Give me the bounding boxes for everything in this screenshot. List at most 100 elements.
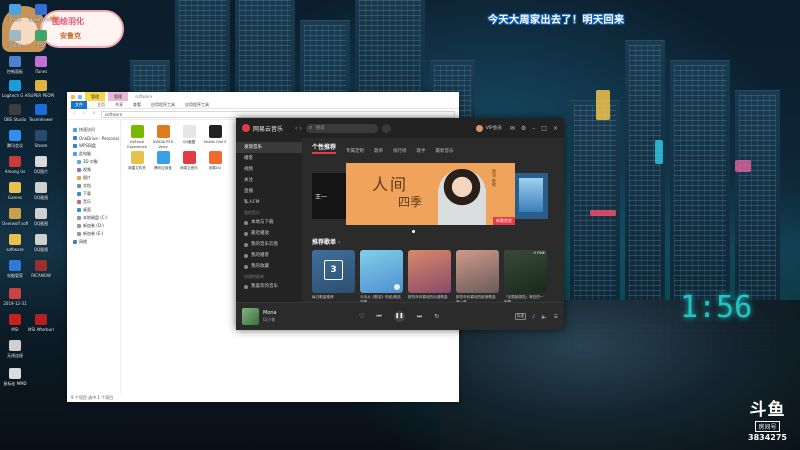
user-area[interactable]: VIP会员: [475, 124, 502, 132]
ribbon-tab[interactable]: 主页: [97, 102, 105, 108]
nav-item[interactable]: 新加卷 (E:): [67, 230, 120, 238]
sidebar-item[interactable]: 最近播放: [236, 228, 302, 239]
play-icon[interactable]: [394, 284, 400, 290]
address-input[interactable]: software: [101, 110, 455, 118]
nav-item[interactable]: 3D 对象: [67, 158, 120, 166]
desktop-icon[interactable]: QQ截图: [28, 182, 54, 200]
nav-item[interactable]: WPS网盘: [67, 142, 120, 150]
user-avatar[interactable]: [475, 124, 483, 132]
minimize-icon[interactable]: –: [532, 125, 535, 132]
banner-carousel[interactable]: 王一 人间 四季 周深 新歌 新歌首发: [312, 163, 554, 233]
desktop-icon[interactable]: QQ截图: [28, 234, 54, 252]
desktop-icon[interactable]: RICANOW: [28, 260, 54, 278]
ribbon-tab[interactable]: 查看: [133, 102, 141, 108]
search-input[interactable]: 搜索: [305, 123, 378, 133]
playlist-cover[interactable]: [408, 250, 451, 293]
context-tab-manage-2[interactable]: 管理: [108, 92, 128, 101]
effects-icon[interactable]: ♪: [532, 314, 535, 320]
ribbon-tab[interactable]: 应用程序工具: [151, 102, 175, 108]
gear-icon[interactable]: ⚙: [521, 125, 526, 132]
sidebar-item[interactable]: 关注: [236, 175, 302, 186]
file-item[interactable]: GeForce Experience: [125, 125, 149, 149]
section-title[interactable]: 推荐歌单 ›: [312, 237, 554, 246]
netease-music-window[interactable]: 网易云音乐 ‹ › 搜索 VIP会员 ✉ ⚙ – □ × 发现音乐播客视频关注直…: [236, 118, 564, 330]
playlist-card[interactable]: 今天从《歌名》听起|精选好歌: [360, 250, 403, 305]
ribbon-tab[interactable]: 文件: [71, 100, 87, 109]
nav-item[interactable]: 桌面: [67, 206, 120, 214]
playlist-card[interactable]: 3 每日歌曲推荐: [312, 250, 355, 305]
desktop-icon[interactable]: QQ截图: [28, 208, 54, 226]
desktop-icon[interactable]: 腾讯会议: [2, 130, 28, 148]
desktop-icon[interactable]: MSI Afterburner: [28, 314, 54, 332]
playlist-card[interactable]: 那些年你喜欢的欧美歌曲第一首: [456, 250, 499, 305]
playlist-cover[interactable]: ↺ FINE: [504, 250, 547, 293]
nav-item[interactable]: 图片: [67, 174, 120, 182]
nav-item[interactable]: 网络: [67, 238, 120, 246]
desktop-icon[interactable]: TTP: [28, 30, 54, 48]
ribbon-tab[interactable]: 应用程序工具: [185, 102, 209, 108]
file-item[interactable]: 网易云音乐: [177, 151, 201, 171]
sidebar-item[interactable]: 本地与下载: [236, 217, 302, 228]
explorer-titlebar[interactable]: 管理 管理 software: [67, 92, 459, 101]
file-item[interactable]: Studio One 5: [203, 125, 227, 145]
pause-icon[interactable]: ❚❚: [393, 311, 405, 322]
desktop-icon[interactable]: Overwolf software: [2, 208, 28, 226]
carousel-slide-next[interactable]: [515, 173, 548, 219]
nav-item[interactable]: 下载: [67, 190, 120, 198]
desktop-icon[interactable]: Among Us: [2, 156, 28, 174]
sidebar-item[interactable]: 直播: [236, 186, 302, 197]
desktop-icon[interactable]: SUPER PEOPLE CBT: [28, 80, 54, 98]
playlist-cover[interactable]: [456, 250, 499, 293]
sidebar-item[interactable]: 我的播客: [236, 250, 302, 261]
maximize-icon[interactable]: □: [541, 125, 547, 132]
desktop-icon[interactable]: Games: [2, 182, 28, 200]
playlist-card[interactable]: 那些年你喜欢的动漫歌曲: [408, 250, 451, 305]
user-name[interactable]: VIP会员: [486, 125, 502, 131]
forward-icon[interactable]: ›: [81, 111, 87, 117]
carousel-slide-current[interactable]: 人间 四季 周深 新歌 新歌首发: [346, 163, 515, 225]
music-tab[interactable]: 排行榜: [393, 148, 407, 154]
chevron-right-icon[interactable]: ›: [338, 239, 340, 246]
desktop-icon[interactable]: software: [2, 234, 28, 252]
song-title[interactable]: Mona: [263, 310, 319, 316]
quick-access-icon[interactable]: [78, 94, 82, 99]
desktop-icon[interactable]: 此电脑: [2, 4, 28, 22]
ribbon-tab[interactable]: 共享: [115, 102, 123, 108]
file-item[interactable]: QQ截图: [177, 125, 201, 145]
desktop-icon[interactable]: MSI: [2, 314, 28, 332]
desktop-icon[interactable]: OBS Studio: [2, 104, 28, 122]
sidebar-item[interactable]: 私人FM: [236, 197, 302, 208]
quality-badge[interactable]: 标准: [515, 313, 527, 320]
desktop-icon[interactable]: iTunes: [28, 56, 54, 74]
desktop-icon[interactable]: 电脑管家: [2, 260, 28, 278]
up-icon[interactable]: ↑: [91, 111, 97, 117]
context-tab-manage[interactable]: 管理: [85, 92, 105, 101]
nav-item[interactable]: 此电脑: [67, 150, 120, 158]
playlist-cover[interactable]: [360, 250, 403, 293]
close-icon[interactable]: ×: [553, 125, 558, 132]
sidebar-item[interactable]: 我的收藏: [236, 261, 302, 272]
file-item[interactable]: NVIDIA RTX Voice: [151, 125, 175, 149]
file-item[interactable]: 新建文件夹: [125, 151, 149, 171]
now-playing-cover[interactable]: [242, 308, 259, 325]
repeat-icon[interactable]: ↻: [434, 313, 439, 320]
nav-item[interactable]: 新加卷 (D:): [67, 222, 120, 230]
mic-icon[interactable]: [381, 123, 391, 133]
music-tab[interactable]: 个性推荐: [312, 142, 337, 154]
desktop-icon[interactable]: Steam: [28, 130, 54, 148]
carousel-dot[interactable]: [412, 230, 415, 233]
desktop-icon[interactable]: Logitech G HUB: [2, 80, 28, 98]
playlist-cover[interactable]: 3: [312, 250, 355, 293]
sidebar-item[interactable]: 视频: [236, 164, 302, 175]
music-tab[interactable]: 歌手: [417, 148, 426, 154]
file-item[interactable]: 网易UU: [203, 151, 227, 171]
sidebar-item[interactable]: 我的音乐云盘: [236, 239, 302, 250]
nav-item[interactable]: 快速访问: [67, 126, 120, 134]
desktop-icon[interactable]: 控制面板: [2, 56, 28, 74]
music-tab[interactable]: 歌单: [374, 148, 383, 154]
music-tab[interactable]: 专属定制: [346, 148, 364, 154]
nav-item[interactable]: 文档: [67, 182, 120, 190]
music-tab[interactable]: 最新音乐: [436, 148, 454, 154]
sidebar-item[interactable]: 我喜欢的音乐: [236, 281, 302, 292]
desktop-icon[interactable]: 2019-12-31: [2, 288, 28, 306]
